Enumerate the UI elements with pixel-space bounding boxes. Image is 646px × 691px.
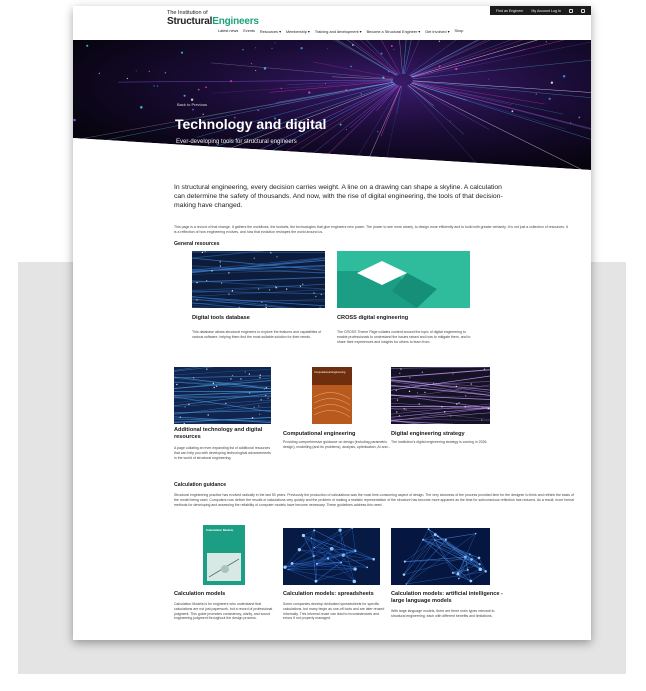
book-title: Computational Engineering: [314, 371, 346, 374]
nav-get-involved[interactable]: Get Involved ▾: [425, 29, 449, 34]
card-title: Digital tools database: [192, 315, 250, 321]
intro-body: This page is a record of that change. It…: [174, 225, 568, 234]
calc-models-book-cover: Calculation Models: [203, 525, 245, 585]
page-subtitle: Ever-developing tools for structural eng…: [176, 139, 297, 145]
nav-events[interactable]: Events: [243, 29, 255, 34]
nav-shop[interactable]: Shop: [454, 29, 463, 34]
digital-tools-image: [192, 251, 325, 308]
hero-background-image: [73, 40, 591, 170]
card-description: The Institution's digital engineering st…: [391, 440, 488, 444]
card-title: Calculation models: artificial intellige…: [391, 591, 503, 604]
computational-book-cover: Computational Engineering: [312, 367, 352, 424]
nav-latest-news[interactable]: Latest news: [218, 29, 238, 34]
nav-become-engineer[interactable]: Become a Structural Engineer ▾: [367, 29, 421, 34]
main-nav: Latest news Events Resources ▾ Membershi…: [218, 29, 463, 34]
card-description: Some companies develop dedicated spreads…: [283, 602, 385, 621]
spreadsheets-image: [283, 528, 380, 585]
card-title: Calculation models: [174, 591, 226, 597]
calculation-guidance-text: Structural engineering practice has evol…: [174, 493, 574, 507]
card-title: Digital engineering strategy: [391, 431, 465, 437]
find-engineer-link[interactable]: Find an Engineer: [496, 9, 523, 13]
card-description: Providing comprehensive guidance on desi…: [283, 440, 391, 449]
additional-resources-image: [174, 367, 271, 424]
search-icon[interactable]: [569, 8, 573, 13]
nav-resources[interactable]: Resources ▾: [260, 29, 281, 34]
page-title: Technology and digital: [175, 116, 327, 132]
account-login-link[interactable]: My Account Log In: [531, 9, 561, 13]
intro-lead: In structural engineering, every decisio…: [174, 184, 503, 209]
cross-image: [337, 251, 470, 308]
card-title: CROSS digital engineering: [337, 315, 409, 321]
ai-image: [391, 528, 490, 585]
card-title: Additional technology and digital resour…: [174, 427, 263, 440]
nav-membership[interactable]: Membership ▾: [286, 29, 310, 34]
utility-bar: Find an Engineer My Account Log In: [490, 6, 591, 15]
card-description: The CROSS Theme Page collates content ar…: [337, 330, 471, 344]
card-title: Calculation models: spreadsheets: [283, 591, 374, 597]
book-title: Calculation Models: [206, 528, 234, 532]
card-description: This database allows structural engineer…: [192, 330, 322, 339]
general-resources-heading: General resources: [174, 241, 220, 247]
basket-icon[interactable]: [581, 8, 585, 13]
digital-strategy-image: [391, 367, 490, 424]
calculation-guidance-heading: Calculation guidance: [174, 482, 227, 488]
card-description: With large language models, there are th…: [391, 609, 495, 618]
hero-banner: Back to Previous Technology and digital …: [73, 40, 591, 170]
logo-main-text: StructuralEngineers: [167, 16, 259, 27]
nav-training[interactable]: Training and development ▾: [315, 29, 362, 34]
card-title: Computational engineering: [283, 431, 356, 437]
webpage-screenshot: The Institution of StructuralEngineers F…: [73, 6, 591, 640]
card-description: Calculation Models is for engineers who …: [174, 602, 273, 621]
back-link[interactable]: Back to Previous: [177, 102, 207, 107]
card-description: A page collating an ever-expanding list …: [174, 446, 271, 460]
